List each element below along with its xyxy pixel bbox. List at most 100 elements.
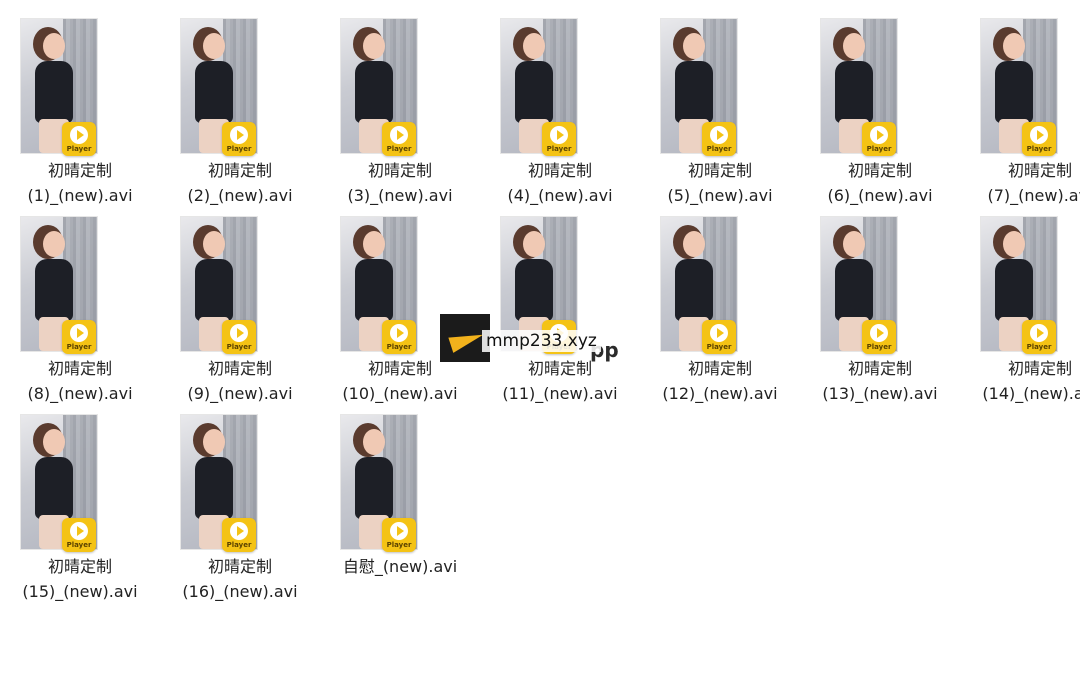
- play-icon: [70, 522, 88, 540]
- player-badge-label: Player: [226, 343, 252, 351]
- file-name[interactable]: 初晴定制 (9)_(new).avi: [150, 356, 330, 406]
- thumbnail-figure-head: [43, 231, 65, 257]
- thumbnail-figure-head: [843, 33, 865, 59]
- file-name[interactable]: 初晴定制 (5)_(new).avi: [630, 158, 810, 208]
- file-item[interactable]: Player 初晴定制 (9)_(new).avi: [160, 216, 320, 414]
- file-name[interactable]: 初晴定制 (8)_(new).avi: [0, 356, 170, 406]
- file-name[interactable]: 初晴定制 (12)_(new).avi: [630, 356, 810, 406]
- player-badge-label: Player: [546, 145, 572, 153]
- player-app-icon: Player: [862, 122, 896, 156]
- play-icon: [230, 522, 248, 540]
- file-name-line1: 初晴定制: [47, 161, 112, 180]
- file-name-line2: (7)_(new).avi: [987, 186, 1080, 205]
- play-icon: [1030, 324, 1048, 342]
- thumbnail-figure-body: [35, 259, 73, 321]
- thumbnail-figure-head: [363, 231, 385, 257]
- file-name-line1: 初晴定制: [687, 359, 752, 378]
- file-name-line1: 初晴定制: [207, 161, 272, 180]
- player-badge-label: Player: [386, 343, 412, 351]
- file-name-line2: (2)_(new).avi: [187, 186, 293, 205]
- file-item[interactable]: Player 初晴定制 (8)_(new).avi: [0, 216, 160, 414]
- thumbnail-figure-head: [683, 231, 705, 257]
- file-name-line1: 初晴定制: [367, 161, 432, 180]
- thumbnail-figure-head: [523, 33, 545, 59]
- player-app-icon: Player: [862, 320, 896, 354]
- file-name-line2: (9)_(new).avi: [187, 384, 293, 403]
- player-app-icon: Player: [1022, 320, 1056, 354]
- player-badge-label: Player: [706, 145, 732, 153]
- player-app-icon: Player: [382, 122, 416, 156]
- file-item[interactable]: Player 初晴定制 (5)_(new).avi: [640, 18, 800, 216]
- file-name-line1: 自慰_(new).avi: [342, 557, 458, 576]
- thumbnail-figure-head: [203, 231, 225, 257]
- file-name[interactable]: 初晴定制 (14)_(new).avi: [950, 356, 1080, 406]
- file-name-line2: (4)_(new).avi: [507, 186, 613, 205]
- file-item[interactable]: Player 初晴定制 (16)_(new).avi: [160, 414, 320, 612]
- player-app-icon: Player: [62, 320, 96, 354]
- thumbnail-figure-head: [523, 231, 545, 257]
- thumbnail-figure-body: [515, 259, 553, 321]
- file-name-line1: 初晴定制: [1007, 359, 1072, 378]
- thumbnail-figure-head: [203, 429, 225, 455]
- file-name[interactable]: 初晴定制 (16)_(new).avi: [150, 554, 330, 604]
- file-item[interactable]: Player 初晴定制 (14)_(new).avi: [960, 216, 1080, 414]
- file-item[interactable]: Player 初晴定制 (2)_(new).avi: [160, 18, 320, 216]
- thumbnail-figure-body: [35, 457, 73, 519]
- file-name-line1: 初晴定制: [207, 557, 272, 576]
- play-icon: [710, 324, 728, 342]
- player-badge-label: Player: [226, 145, 252, 153]
- thumbnail-figure-head: [683, 33, 705, 59]
- file-name[interactable]: 初晴定制 (3)_(new).avi: [310, 158, 490, 208]
- file-name-line1: 初晴定制: [847, 359, 912, 378]
- player-app-icon: Player: [1022, 122, 1056, 156]
- file-name-line2: (11)_(new).avi: [502, 384, 618, 403]
- play-icon: [390, 126, 408, 144]
- file-name-line2: (3)_(new).avi: [347, 186, 453, 205]
- file-item[interactable]: Player 初晴定制 (4)_(new).avi: [480, 18, 640, 216]
- file-item[interactable]: Player 初晴定制 (1)_(new).avi: [0, 18, 160, 216]
- thumbnail-figure-body: [995, 259, 1033, 321]
- thumbnail-figure-body: [35, 61, 73, 123]
- thumbnail-figure-body: [835, 61, 873, 123]
- player-badge-label: Player: [866, 343, 892, 351]
- file-name[interactable]: 初晴定制 (4)_(new).avi: [470, 158, 650, 208]
- thumbnail-figure-body: [195, 61, 233, 123]
- thumbnail-figure-head: [363, 429, 385, 455]
- file-name-line2: (13)_(new).avi: [822, 384, 938, 403]
- file-name[interactable]: 初晴定制 (7)_(new).avi: [950, 158, 1080, 208]
- thumbnail-figure-body: [195, 259, 233, 321]
- player-app-icon: Player: [382, 320, 416, 354]
- watermark-text: mmp233.xyz: [482, 330, 601, 352]
- play-icon: [390, 522, 408, 540]
- player-app-icon: Player: [62, 518, 96, 552]
- file-item[interactable]: Player 初晴定制 (6)_(new).avi: [800, 18, 960, 216]
- file-name-line1: 初晴定制: [847, 161, 912, 180]
- file-name-line2: (1)_(new).avi: [27, 186, 133, 205]
- file-name[interactable]: 自慰_(new).avi: [310, 554, 490, 579]
- file-name-line1: 初晴定制: [207, 359, 272, 378]
- watermark: pp mmp233.xyz: [440, 314, 640, 364]
- file-item[interactable]: Player 初晴定制 (15)_(new).avi: [0, 414, 160, 612]
- file-name[interactable]: 初晴定制 (2)_(new).avi: [150, 158, 330, 208]
- thumbnail-figure-body: [835, 259, 873, 321]
- file-item[interactable]: Player 自慰_(new).avi: [320, 414, 480, 612]
- file-name[interactable]: 初晴定制 (15)_(new).avi: [0, 554, 170, 604]
- file-item[interactable]: Player 初晴定制 (3)_(new).avi: [320, 18, 480, 216]
- file-item[interactable]: Player 初晴定制 (13)_(new).avi: [800, 216, 960, 414]
- file-name[interactable]: 初晴定制 (13)_(new).avi: [790, 356, 970, 406]
- thumbnail-figure-head: [1003, 33, 1025, 59]
- thumbnail-figure-body: [355, 61, 393, 123]
- file-name-line1: 初晴定制: [687, 161, 752, 180]
- player-app-icon: Player: [62, 122, 96, 156]
- thumbnail-figure-body: [995, 61, 1033, 123]
- player-badge-label: Player: [1026, 145, 1052, 153]
- thumbnail-figure-head: [43, 429, 65, 455]
- file-name[interactable]: 初晴定制 (6)_(new).avi: [790, 158, 970, 208]
- file-name[interactable]: 初晴定制 (1)_(new).avi: [0, 158, 170, 208]
- file-item[interactable]: Player 初晴定制 (7)_(new).avi: [960, 18, 1080, 216]
- file-name-line1: 初晴定制: [527, 161, 592, 180]
- player-badge-label: Player: [226, 541, 252, 549]
- file-name-line2: (15)_(new).avi: [22, 582, 138, 601]
- file-item[interactable]: Player 初晴定制 (12)_(new).avi: [640, 216, 800, 414]
- player-app-icon: Player: [702, 122, 736, 156]
